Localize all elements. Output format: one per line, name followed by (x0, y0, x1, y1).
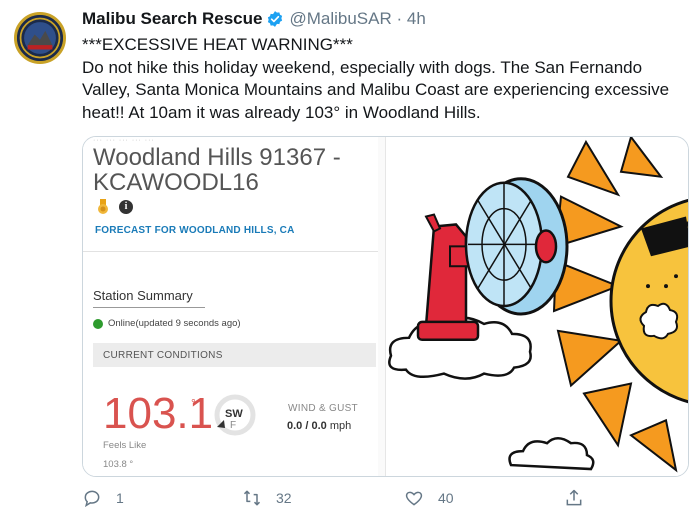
wind-gust-label: WIND & GUST (288, 403, 358, 414)
wind-unit: mph (329, 420, 352, 432)
temperature-value: 103.1 (103, 389, 214, 438)
reply-icon (84, 490, 100, 508)
tweet-header: Malibu Search Rescue @MalibuSAR · 4h (82, 8, 426, 30)
like-button[interactable]: 40 (404, 488, 454, 508)
online-status-text: Online(updated 9 seconds ago) (108, 318, 241, 329)
verified-badge-icon (268, 11, 283, 27)
online-status-icon (93, 319, 103, 329)
author-name[interactable]: Malibu Search Rescue (82, 9, 262, 29)
cartoon-fan-sun-illustration (386, 137, 688, 476)
retweet-count: 32 (276, 490, 292, 506)
weather-screenshot: ··· ··· ··· ··· ··· Woodland Hills 91367… (83, 137, 386, 476)
wind-speed: 0.0 (287, 420, 303, 432)
wind-direction-unit: F (230, 420, 237, 431)
like-icon (405, 491, 423, 506)
feels-like-label: Feels Like (103, 440, 147, 451)
reply-button[interactable]: 1 (82, 488, 124, 508)
tweet-actions: 1 32 40 (82, 488, 642, 514)
share-button[interactable] (564, 488, 584, 508)
media-card[interactable]: ··· ··· ··· ··· ··· Woodland Hills 91367… (82, 136, 689, 477)
forecast-link[interactable]: FORECAST FOR WOODLAND HILLS, CA (95, 225, 295, 236)
summary-underline (93, 307, 205, 308)
temperature-degree: ° (191, 396, 196, 410)
tweet-text: ***EXCESSIVE HEAT WARNING*** Do not hike… (82, 35, 670, 122)
reply-count: 1 (116, 490, 124, 506)
info-icon: i (119, 200, 133, 214)
divider (83, 251, 378, 252)
feels-like-value: 103.8 ° (103, 459, 134, 470)
medal-icon (98, 199, 108, 214)
station-summary-title: Station Summary (93, 288, 193, 303)
wind-direction: SW (225, 408, 243, 420)
faint-header-text: ··· ··· ··· ··· ··· (93, 137, 155, 144)
retweet-icon (243, 490, 261, 506)
retweet-button[interactable]: 32 (242, 488, 292, 508)
current-conditions-bar: CURRENT CONDITIONS (93, 343, 376, 367)
like-count: 40 (438, 490, 454, 506)
station-name: Woodland Hills 91367 - KCAWOODL16 (93, 144, 341, 196)
author-handle-time[interactable]: @MalibuSAR · 4h (289, 9, 425, 29)
sun-illustration (552, 137, 688, 473)
gust-speed: / 0.0 (305, 420, 327, 432)
share-icon (566, 489, 582, 506)
wind-gust-value: 0.0 / 0.0 mph (287, 420, 351, 432)
current-conditions-label: CURRENT CONDITIONS (103, 350, 223, 361)
avatar[interactable] (14, 12, 66, 64)
